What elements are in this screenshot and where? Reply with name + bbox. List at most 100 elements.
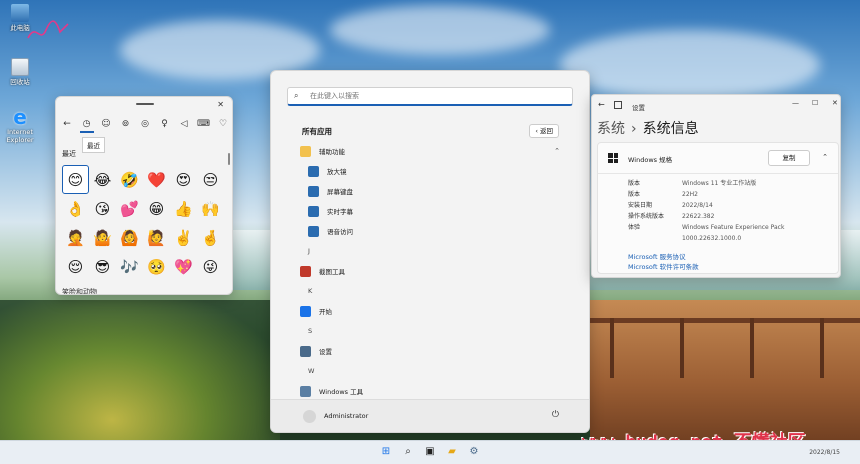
emoji-cell[interactable]: 👍 — [170, 194, 197, 223]
back-button-label: 返回 — [540, 127, 553, 135]
app-item[interactable]: Windows 工具 — [300, 381, 570, 401]
emoji-cell[interactable]: 😌 — [62, 252, 89, 281]
spec-rows: 版本 Windows 11 专业工作站版 版本 22H2 安装日期 2022/8/14 操作… — [628, 178, 822, 244]
spec-row: 1000.22632.1000.0 — [628, 233, 822, 244]
spec-row: 版本 Windows 11 专业工作站版 — [628, 178, 822, 189]
back-button[interactable]: ‹ 返回 — [529, 124, 559, 138]
smiley-icon[interactable]: ☺ — [99, 117, 113, 131]
license-terms-link[interactable]: Microsoft 软件许可条款 — [628, 262, 699, 272]
minimize-icon[interactable]: — — [792, 99, 799, 107]
kaomoji-icon[interactable]: ◎ — [138, 117, 152, 131]
copy-button[interactable]: 复制 — [768, 150, 810, 166]
spec-card-header[interactable]: Windows 规格 复制 ⌃ — [598, 143, 838, 174]
clock[interactable]: 2022/8/15 — [809, 449, 840, 456]
recycle-bin-icon — [11, 58, 29, 76]
search-icon: ⌕ — [294, 91, 299, 100]
app-item[interactable]: 设置 — [300, 341, 570, 361]
close-icon[interactable]: ✕ — [832, 99, 838, 107]
spec-links: Microsoft 服务协议 Microsoft 软件许可条款 — [628, 252, 699, 272]
search-box[interactable]: ⌕ — [287, 87, 573, 106]
emoji-tab-bar: ← ◷ ☺ ⊚ ◎ ♀ ◁ ⌨ ♡ — [60, 117, 230, 133]
app-item[interactable]: 截图工具 — [300, 261, 570, 281]
emoji-cell[interactable]: 💕 — [116, 194, 143, 223]
search-input[interactable] — [308, 91, 562, 101]
emoji-cell[interactable]: 💖 — [170, 252, 197, 281]
spec-card-title: Windows 规格 — [628, 156, 673, 164]
clock-icon[interactable]: ◷ — [79, 117, 94, 133]
settings-icon[interactable]: ⚙ — [467, 445, 481, 459]
back-icon[interactable]: ← — [598, 100, 605, 109]
spec-value: Windows Feature Experience Pack — [682, 224, 785, 231]
app-item[interactable]: 放大镜 — [300, 161, 570, 181]
breadcrumb-parent[interactable]: 系统 — [597, 121, 625, 137]
emoji-cell[interactable]: 🎶 — [116, 252, 143, 281]
windows-start-icon[interactable]: ⊞ — [379, 445, 393, 459]
app-icon — [300, 385, 311, 397]
spec-value: 22H2 — [682, 191, 698, 198]
emoji-cell[interactable]: 🙆 — [116, 223, 143, 252]
app-group-letter[interactable]: W — [300, 361, 570, 381]
emoji-cell[interactable]: 😊 — [62, 165, 89, 194]
desktop-icon-label: 回收站 — [10, 78, 30, 86]
emoji-cell[interactable]: 🤦 — [62, 223, 89, 252]
app-item[interactable]: 开始 — [300, 301, 570, 321]
spec-key: 体验 — [628, 224, 641, 231]
emoji-panel: ✕ ← ◷ ☺ ⊚ ◎ ♀ ◁ ⌨ ♡ 最近 最近 😊 😂 🤣 ❤️ 😍 😒 👌 😘 💕 😁 👍 🙌 🤦… — [55, 96, 233, 295]
spec-value: 1000.22632.1000.0 — [682, 235, 742, 242]
desktop-icon-recycle-bin[interactable]: 回收站 — [2, 58, 38, 86]
emoji-cell[interactable]: 😂 — [89, 165, 116, 194]
app-item[interactable]: 语音访问 — [300, 221, 570, 241]
start-menu: ⌕ 所有应用 ‹ 返回 辅助功能 ⌃ 放大镜屏幕键盘实时字幕语音访问 J 截图工具 K 开始… — [270, 70, 590, 433]
emoji-cell[interactable]: 🤷 — [89, 223, 116, 252]
file-explorer-icon[interactable]: ▰ — [445, 445, 459, 459]
grass-foreground — [0, 300, 280, 450]
symbols-icon[interactable]: ♀ — [158, 117, 172, 131]
heart-icon[interactable]: ♡ — [216, 117, 230, 131]
app-item[interactable]: 屏幕键盘 — [300, 181, 570, 201]
power-icon[interactable]: ⏻ — [552, 410, 559, 420]
section-title-smileys: 笑脸和动物 — [62, 288, 97, 295]
emoji-cell[interactable]: 🙋 — [143, 223, 170, 252]
keyboard-icon[interactable]: ⌨ — [197, 117, 211, 131]
drag-handle[interactable] — [136, 103, 154, 105]
spec-value: Windows 11 专业工作站版 — [682, 180, 757, 187]
cloud — [560, 30, 820, 100]
emoji-cell[interactable]: 😎 — [89, 252, 116, 281]
chevron-up-icon[interactable]: ⌃ — [822, 153, 828, 161]
scrollbar[interactable] — [228, 153, 230, 165]
avatar[interactable] — [303, 410, 316, 423]
maximize-icon[interactable]: ☐ — [812, 99, 818, 107]
app-list: 辅助功能 ⌃ 放大镜 屏幕键盘 实时字幕 语音访问 J 截图工具 K 开始 S 设置 W Windows … — [300, 141, 570, 401]
emoji-cell[interactable]: 😒 — [197, 165, 224, 194]
app-group-letter[interactable]: K — [300, 281, 570, 301]
back-icon[interactable]: ← — [60, 117, 74, 131]
gif-icon[interactable]: ⊚ — [119, 117, 133, 131]
emoji-cell[interactable]: 🙌 — [197, 194, 224, 223]
emoji-cell[interactable]: 🤞 — [197, 223, 224, 252]
window-title: 设置 — [632, 104, 645, 112]
task-view-icon[interactable]: ▣ — [423, 445, 437, 459]
close-icon[interactable]: ✕ — [217, 100, 224, 109]
app-item[interactable]: 实时字幕 — [300, 201, 570, 221]
emoji-cell[interactable]: 😁 — [143, 194, 170, 223]
app-group-letter[interactable]: S — [300, 321, 570, 341]
search-icon[interactable]: ⌕ — [401, 445, 415, 459]
emoji-cell[interactable]: 😜 — [197, 252, 224, 281]
app-folder[interactable]: 辅助功能 ⌃ — [300, 141, 570, 161]
clipboard-icon[interactable]: ◁ — [177, 117, 191, 131]
user-name[interactable]: Administrator — [324, 412, 368, 420]
emoji-cell[interactable]: 👌 — [62, 194, 89, 223]
emoji-cell[interactable]: 😍 — [170, 165, 197, 194]
emoji-cell[interactable]: 🤣 — [116, 165, 143, 194]
emoji-cell[interactable]: 😘 — [89, 194, 116, 223]
chevron-up-icon[interactable]: ⌃ — [554, 147, 560, 155]
app-group-letter[interactable]: J — [300, 241, 570, 261]
desktop-icon-internet-explorer[interactable]: e Internet Explorer — [2, 107, 38, 144]
service-agreement-link[interactable]: Microsoft 服务协议 — [628, 252, 699, 262]
spec-row: 体验 Windows Feature Experience Pack — [628, 222, 822, 233]
emoji-cell[interactable]: ✌️ — [170, 223, 197, 252]
app-label: Windows 工具 — [319, 388, 364, 396]
emoji-cell[interactable]: 🥺 — [143, 252, 170, 281]
emoji-cell[interactable]: ❤️ — [143, 165, 170, 194]
app-icon — [308, 225, 319, 237]
